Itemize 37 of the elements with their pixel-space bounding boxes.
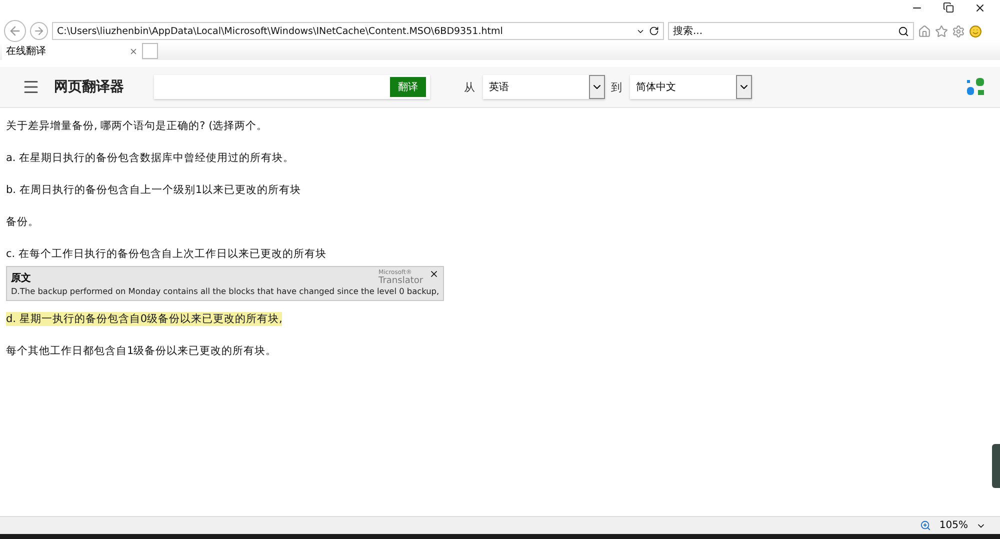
brand-name: Translator: [378, 277, 424, 285]
popup-title: 原文: [11, 272, 32, 285]
original-text: D.The backup performed on Monday contains all the blocks that have changed since the level 0 backup,: [11, 285, 440, 297]
to-language-select[interactable]: 简体中文: [630, 75, 752, 99]
home-icon[interactable]: [918, 24, 931, 38]
settings-icon[interactable]: [952, 24, 965, 38]
forward-icon: [33, 25, 45, 37]
smiley-icon[interactable]: [969, 24, 982, 38]
close-icon[interactable]: [429, 269, 440, 279]
browser-tab[interactable]: 在线翻译: [2, 42, 142, 60]
zoom-icon[interactable]: [920, 520, 932, 531]
to-label: 到: [611, 80, 622, 94]
refresh-icon[interactable]: [649, 26, 659, 36]
back-button[interactable]: [4, 20, 26, 42]
paragraph: b. 在周日执行的备份包含自上一个级别1以来已更改的所有块: [6, 183, 302, 197]
translate-button[interactable]: 翻译: [390, 77, 426, 97]
star-icon[interactable]: [935, 24, 948, 38]
forward-button[interactable]: [30, 22, 48, 40]
menu-icon[interactable]: [22, 78, 40, 96]
paragraph: a. 在星期日执行的备份包含数据库中曾经使用过的所有块。: [6, 151, 294, 165]
zoom-level[interactable]: 105%: [939, 520, 968, 531]
search-icon[interactable]: [898, 26, 909, 36]
from-label: 从: [464, 80, 475, 94]
search-field[interactable]: 搜索...: [668, 22, 914, 40]
text-field[interactable]: 翻译: [154, 75, 430, 99]
app-title: 网页翻译器: [54, 78, 124, 96]
restore-icon[interactable]: [943, 2, 954, 13]
paragraph: 备份。: [6, 215, 39, 229]
paragraph: 关于差异增量备份, 哪两个语句是正确的? (选择两个。: [6, 119, 268, 133]
paragraph: d. 星期一执行的备份包含自0级备份以来已更改的所有块,: [6, 312, 282, 326]
address-field[interactable]: C:\Users\liuzhenbin\AppData\Local\Microsoft\Windows\INetCache\Content.MSO\6BD9351.html: [52, 22, 664, 40]
close-icon[interactable]: [974, 2, 986, 14]
paragraph: 每个其他工作日都包含自1级备份以来已更改的所有块。: [6, 344, 277, 358]
from-language-select[interactable]: 英语: [483, 75, 605, 99]
back-icon: [8, 24, 22, 38]
translate-icon[interactable]: [966, 77, 986, 97]
paragraph: c. 在每个工作日执行的备份包含自上次工作日以来已更改的所有块: [6, 247, 326, 261]
